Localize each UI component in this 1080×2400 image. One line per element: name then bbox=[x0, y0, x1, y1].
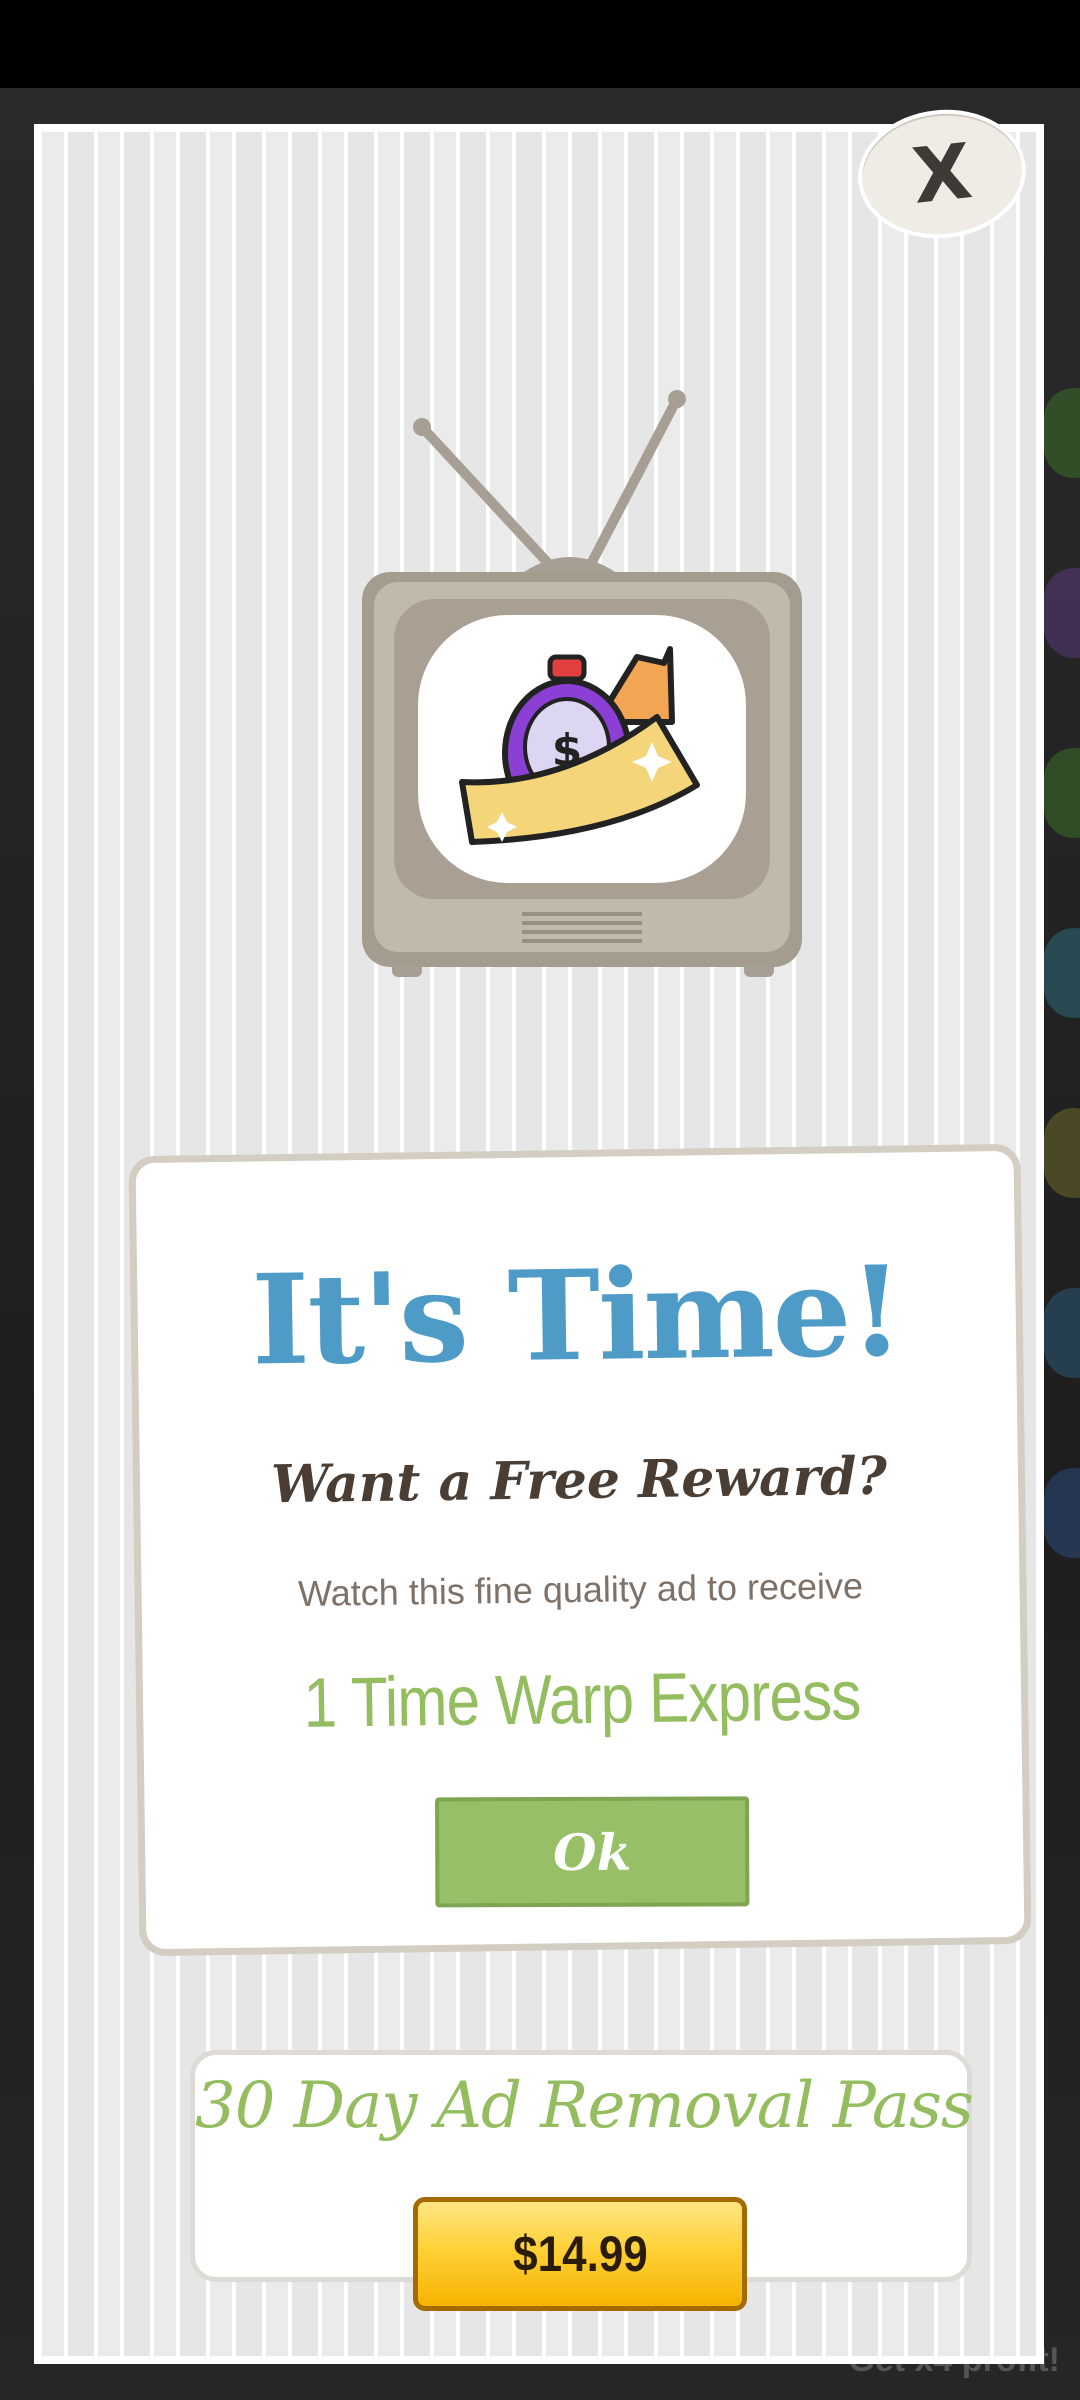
ad-removal-pass-box: 30 Day Ad Removal Pass $14.99 bbox=[190, 2050, 974, 2311]
price-label: $14.99 bbox=[512, 2226, 648, 2282]
card-subtitle: Want a Free Reward? bbox=[270, 1445, 888, 1516]
card-description: Watch this fine quality ad to receive bbox=[297, 1565, 864, 1614]
background-bubble bbox=[1044, 388, 1080, 478]
status-bar bbox=[0, 0, 1080, 88]
background-bubble bbox=[1044, 1468, 1080, 1558]
pass-title: 30 Day Ad Removal Pass bbox=[195, 2069, 974, 2143]
ok-button-label: Ok bbox=[553, 1822, 632, 1882]
tv-icon: $ bbox=[362, 390, 802, 977]
buy-pass-button[interactable]: $14.99 bbox=[413, 2197, 747, 2311]
ok-button[interactable]: Ok bbox=[435, 1796, 750, 1908]
card-title: It's Time! bbox=[250, 1239, 903, 1394]
background-bubble bbox=[1044, 928, 1080, 1018]
background-bubble bbox=[1044, 1288, 1080, 1378]
background-bubble bbox=[1044, 748, 1080, 838]
reward-ad-modal: $ It's Time! Want a Free Reward? Watch t… bbox=[34, 124, 1044, 2364]
background-bubble bbox=[1044, 568, 1080, 658]
background-bubble bbox=[1044, 1108, 1080, 1198]
modal-striped-background: $ It's Time! Want a Free Reward? Watch t… bbox=[42, 132, 1036, 2356]
close-icon: X bbox=[908, 126, 976, 221]
reward-name: 1 Time Warp Express bbox=[303, 1656, 862, 1742]
reward-card: It's Time! Want a Free Reward? Watch thi… bbox=[128, 1143, 1032, 1957]
